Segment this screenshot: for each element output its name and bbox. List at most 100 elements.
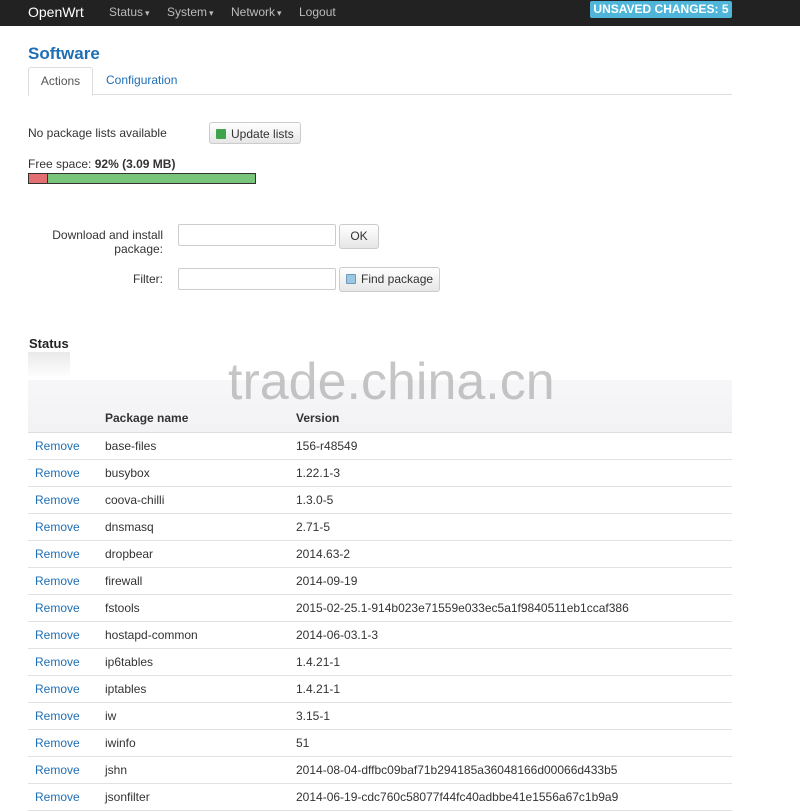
- table-row: Remove dropbear 2014.63-2: [28, 541, 732, 568]
- package-version: 51: [296, 736, 310, 750]
- filter-input[interactable]: [178, 268, 336, 290]
- menu-status-label: Status: [109, 5, 144, 19]
- used-space-fill: [29, 174, 49, 183]
- package-name: hostapd-common: [105, 628, 198, 642]
- watermark: trade.china.cn: [228, 353, 555, 411]
- table-body: Remove base-files 156-r48549 Remove busybox 1…: [28, 433, 732, 811]
- package-version: 1.3.0-5: [296, 493, 334, 507]
- download-install-label-line1: Download and install: [52, 228, 163, 242]
- remove-link[interactable]: Remove: [35, 493, 80, 507]
- filter-label: Filter:: [133, 272, 163, 286]
- free-space-percent: 92%: [94, 157, 119, 171]
- brand-logo[interactable]: OpenWrt: [28, 4, 84, 20]
- menu-network-label: Network: [231, 5, 276, 19]
- chevron-down-icon: ▾: [209, 8, 214, 18]
- package-name: ip6tables: [105, 655, 154, 669]
- package-version: 2015-02-25.1-914b023e71559e033ec5a1f9840…: [296, 601, 629, 615]
- free-space-label: Free space:: [28, 157, 92, 171]
- logout-link[interactable]: Logout: [299, 5, 336, 19]
- menu-system[interactable]: System ▾: [167, 5, 214, 19]
- search-icon: [346, 274, 356, 284]
- remove-link[interactable]: Remove: [35, 655, 80, 669]
- package-name: dropbear: [105, 547, 154, 561]
- table-row: Remove jsonfilter 2014-06-19-cdc760c58077f…: [28, 784, 732, 811]
- menu-status[interactable]: Status ▾: [109, 5, 150, 19]
- package-name: busybox: [105, 466, 150, 480]
- remove-link[interactable]: Remove: [35, 547, 80, 561]
- menu-network[interactable]: Network ▾: [231, 5, 282, 19]
- remove-link[interactable]: Remove: [35, 520, 80, 534]
- table-row: Remove iptables 1.4.21-1: [28, 676, 732, 703]
- page-title: Software: [28, 44, 100, 63]
- play-icon: [216, 129, 226, 139]
- package-version: 2014-08-04-dffbc09baf71b294185a36048166d…: [296, 763, 618, 777]
- menu-system-label: System: [167, 5, 208, 19]
- package-version: 2014-06-19-cdc760c58077f44fc40adbbe41e15…: [296, 790, 619, 804]
- remove-link[interactable]: Remove: [35, 709, 80, 723]
- package-version: 2014-09-19: [296, 574, 358, 588]
- free-space-size: (3.09 MB): [122, 157, 176, 171]
- package-version: 2.71-5: [296, 520, 331, 534]
- package-name: firewall: [105, 574, 143, 588]
- update-lists-label: Update lists: [231, 127, 294, 141]
- remove-link[interactable]: Remove: [35, 574, 80, 588]
- top-navbar: OpenWrt Status ▾ System ▾ Network ▾ Logout …: [0, 0, 800, 26]
- package-name: iptables: [105, 682, 147, 696]
- package-name: dnsmasq: [105, 520, 154, 534]
- package-version: 2014-06-03.1-3: [296, 628, 379, 642]
- table-row: Remove firewall 2014-09-19: [28, 568, 732, 595]
- remove-link[interactable]: Remove: [35, 601, 80, 615]
- column-version: Version: [296, 411, 340, 425]
- tab-configuration[interactable]: Configuration: [106, 67, 177, 94]
- package-url-input[interactable]: [178, 224, 336, 246]
- table-row: Remove busybox 1.22.1-3: [28, 460, 732, 487]
- table-row: Remove jshn 2014-08-04-dffbc09baf71b294185…: [28, 757, 732, 784]
- table-row: Remove iw 3.15-1: [28, 703, 732, 730]
- free-space-bar: [28, 173, 256, 184]
- package-name: jsonfilter: [105, 790, 150, 804]
- package-name: iwinfo: [105, 736, 136, 750]
- update-lists-button[interactable]: Update lists: [209, 122, 301, 144]
- chevron-down-icon: ▾: [277, 8, 282, 18]
- tab-bar: Actions Configuration: [28, 67, 732, 96]
- download-install-label: Download and install package:: [28, 228, 163, 256]
- package-version: 1.22.1-3: [296, 466, 341, 480]
- package-version: 1.4.21-1: [296, 682, 341, 696]
- package-name: iw: [105, 709, 117, 723]
- find-package-button[interactable]: Find package: [339, 267, 441, 292]
- table-row: Remove coova-chilli 1.3.0-5: [28, 487, 732, 514]
- chevron-down-icon: ▾: [145, 8, 150, 18]
- status-heading: Status: [29, 336, 69, 351]
- package-name: coova-chilli: [105, 493, 165, 507]
- table-row: Remove base-files 156-r48549: [28, 433, 732, 460]
- remove-link[interactable]: Remove: [35, 628, 80, 642]
- package-name: jshn: [105, 763, 128, 777]
- package-name: base-files: [105, 439, 157, 453]
- ok-button[interactable]: OK: [339, 224, 379, 249]
- installed-packages-table: Package name Version Remove base-files 156…: [28, 380, 732, 811]
- remove-link[interactable]: Remove: [35, 763, 80, 777]
- remove-link[interactable]: Remove: [35, 466, 80, 480]
- remove-link[interactable]: Remove: [35, 439, 80, 453]
- table-row: Remove ip6tables 1.4.21-1: [28, 649, 732, 676]
- remove-link[interactable]: Remove: [35, 790, 80, 804]
- package-version: 3.15-1: [296, 709, 331, 723]
- find-package-label: Find package: [361, 272, 434, 286]
- remove-link[interactable]: Remove: [35, 682, 80, 696]
- status-heading-shade: [28, 352, 70, 378]
- table-row: Remove dnsmasq 2.71-5: [28, 514, 732, 541]
- package-version: 1.4.21-1: [296, 655, 341, 669]
- package-version: 156-r48549: [296, 439, 358, 453]
- package-lists-status: No package lists available: [28, 126, 167, 140]
- package-name: fstools: [105, 601, 140, 615]
- unsaved-changes-badge[interactable]: UNSAVED CHANGES: 5: [590, 1, 732, 18]
- table-row: Remove fstools 2015-02-25.1-914b023e71559e…: [28, 595, 732, 622]
- table-row: Remove iwinfo 51: [28, 730, 732, 757]
- table-row: Remove hostapd-common 2014-06-03.1-3: [28, 622, 732, 649]
- free-space-text: Free space: 92% (3.09 MB): [28, 157, 175, 171]
- download-install-label-line2: package:: [114, 242, 163, 256]
- remove-link[interactable]: Remove: [35, 736, 80, 750]
- tab-actions[interactable]: Actions: [28, 67, 93, 96]
- column-package-name: Package name: [105, 411, 189, 425]
- package-version: 2014.63-2: [296, 547, 351, 561]
